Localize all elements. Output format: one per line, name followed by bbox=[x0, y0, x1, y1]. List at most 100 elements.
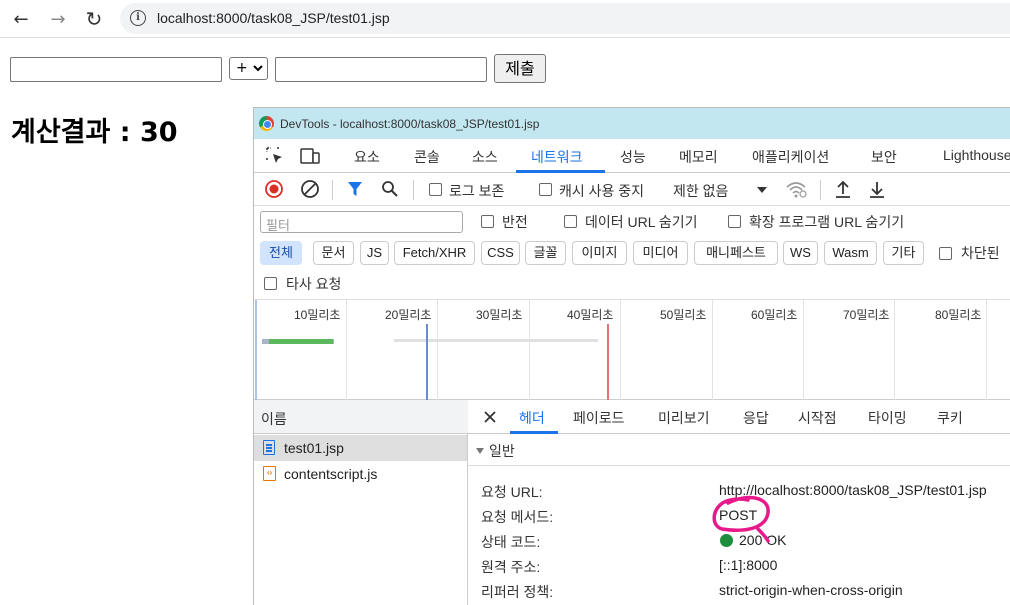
device-toolbar-icon[interactable] bbox=[299, 146, 321, 166]
import-har-icon[interactable] bbox=[834, 179, 852, 199]
tab-sources[interactable]: 소스 bbox=[472, 147, 498, 167]
hide-data-urls-checkbox[interactable] bbox=[564, 215, 577, 228]
script-icon: ‹› bbox=[263, 466, 276, 481]
tab-payload[interactable]: 페이로드 bbox=[573, 408, 625, 428]
type-filter-img[interactable]: 이미지 bbox=[572, 241, 627, 265]
hide-extension-urls-checkbox[interactable] bbox=[728, 215, 741, 228]
tick-label: 30밀리초 bbox=[476, 308, 523, 322]
dropdown-triangle-icon[interactable] bbox=[756, 185, 768, 195]
domcontentloaded-marker bbox=[426, 324, 428, 400]
general-section-header[interactable]: 일반 bbox=[468, 434, 1010, 466]
type-filter-fetch-xhr[interactable]: Fetch/XHR bbox=[394, 241, 475, 265]
tab-initiator[interactable]: 시작점 bbox=[798, 408, 837, 428]
tick-label: 20밀리초 bbox=[385, 308, 432, 322]
invert-checkbox[interactable] bbox=[481, 215, 494, 228]
preserve-log-checkbox[interactable] bbox=[429, 183, 442, 196]
third-party-row: 타사 요청 bbox=[254, 270, 1010, 300]
filter-funnel-icon[interactable] bbox=[346, 180, 364, 198]
tab-application[interactable]: 애플리케이션 bbox=[752, 147, 829, 167]
back-arrow-icon[interactable]: ← bbox=[8, 6, 34, 32]
tab-cookies[interactable]: 쿠키 bbox=[937, 408, 963, 428]
record-stop-icon[interactable] bbox=[264, 179, 284, 199]
name-column-header[interactable]: 이름 bbox=[254, 400, 468, 434]
tab-lighthouse[interactable]: Lighthouse bbox=[943, 147, 1010, 163]
timeline-left-handle[interactable] bbox=[255, 300, 257, 400]
tab-headers[interactable]: 헤더 bbox=[519, 408, 545, 428]
tab-preview[interactable]: 미리보기 bbox=[658, 408, 710, 428]
tick-label: 70밀리초 bbox=[843, 308, 890, 322]
second-number-input[interactable] bbox=[275, 57, 487, 82]
first-number-input[interactable] bbox=[10, 57, 222, 82]
third-party-checkbox[interactable] bbox=[264, 277, 277, 290]
document-icon bbox=[263, 440, 275, 455]
submit-button[interactable]: 제출 bbox=[494, 54, 546, 83]
devtools-title: DevTools - localhost:8000/task08_JSP/tes… bbox=[280, 117, 540, 131]
network-conditions-icon[interactable] bbox=[784, 179, 808, 199]
request-bar-download bbox=[269, 339, 333, 344]
tick-label: 80밀리초 bbox=[935, 308, 982, 322]
clear-icon[interactable] bbox=[300, 179, 320, 199]
tab-timing[interactable]: 타이밍 bbox=[868, 408, 907, 428]
request-url-key: 요청 URL: bbox=[481, 484, 543, 500]
filter-input[interactable]: 필터 bbox=[260, 211, 463, 233]
request-name: test01.jsp bbox=[284, 440, 344, 456]
triangle-down-icon bbox=[476, 448, 484, 454]
hide-data-urls-label: 데이터 URL 숨기기 bbox=[585, 214, 698, 230]
chrome-logo-icon bbox=[259, 116, 274, 131]
type-filter-manifest[interactable]: 매니페스트 bbox=[694, 241, 778, 265]
type-filter-css[interactable]: CSS bbox=[481, 241, 520, 265]
tick-label: 60밀리초 bbox=[751, 308, 798, 322]
search-icon[interactable] bbox=[381, 180, 399, 198]
network-overview-timeline[interactable]: 10밀리초 20밀리초 30밀리초 40밀리초 50밀리초 60밀리초 70밀리… bbox=[254, 300, 1010, 400]
tab-console[interactable]: 콘솔 bbox=[414, 147, 440, 167]
type-filter-doc[interactable]: 문서 bbox=[313, 241, 354, 265]
tab-network[interactable]: 네트워크 bbox=[531, 147, 583, 167]
type-filter-other[interactable]: 기타 bbox=[883, 241, 924, 265]
devtools-titlebar[interactable]: DevTools - localhost:8000/task08_JSP/tes… bbox=[254, 108, 1010, 139]
tab-elements[interactable]: 요소 bbox=[354, 147, 380, 167]
close-icon[interactable] bbox=[483, 410, 497, 424]
general-section-label: 일반 bbox=[489, 443, 515, 459]
type-filter-font[interactable]: 글꼴 bbox=[525, 241, 566, 265]
blocked-requests-checkbox[interactable] bbox=[939, 247, 952, 260]
blocked-requests-label: 차단된 bbox=[961, 245, 1000, 261]
type-filter-js[interactable]: JS bbox=[360, 241, 389, 265]
tab-response[interactable]: 응답 bbox=[743, 408, 769, 428]
tab-memory[interactable]: 메모리 bbox=[679, 147, 718, 167]
address-bar[interactable]: i localhost:8000/task08_JSP/test01.jsp bbox=[120, 3, 1010, 34]
tab-performance[interactable]: 성능 bbox=[620, 147, 646, 167]
request-row-test01[interactable]: test01.jsp bbox=[254, 435, 467, 461]
throttling-select[interactable]: 제한 없음 bbox=[673, 181, 728, 201]
highlight-circle-annotation bbox=[712, 495, 770, 543]
load-event-marker bbox=[607, 324, 609, 400]
address-url: localhost:8000/task08_JSP/test01.jsp bbox=[157, 10, 390, 26]
browser-toolbar: ← → ↻ i localhost:8000/task08_JSP/test01… bbox=[0, 0, 1010, 38]
preserve-log-label: 로그 보존 bbox=[449, 183, 505, 199]
devtools-window: DevTools - localhost:8000/task08_JSP/tes… bbox=[253, 107, 1010, 605]
inspect-element-icon[interactable] bbox=[265, 146, 285, 166]
tick-label: 40밀리초 bbox=[567, 308, 614, 322]
devtools-tabbar: 요소 콘솔 소스 네트워크 성능 메모리 애플리케이션 보안 Lighthous… bbox=[254, 139, 1010, 173]
tab-security[interactable]: 보안 bbox=[871, 147, 897, 167]
site-info-icon[interactable]: i bbox=[130, 10, 146, 26]
tick-label: 10밀리초 bbox=[294, 308, 341, 322]
reload-icon[interactable]: ↻ bbox=[81, 6, 107, 32]
type-filter-ws[interactable]: WS bbox=[783, 241, 818, 265]
request-row-contentscript[interactable]: ‹› contentscript.js bbox=[254, 461, 467, 487]
invert-label: 반전 bbox=[502, 214, 528, 230]
forward-arrow-icon[interactable]: → bbox=[45, 6, 71, 32]
request-bar-extension bbox=[394, 339, 598, 342]
export-har-icon[interactable] bbox=[868, 179, 886, 199]
request-list: 이름 test01.jsp ‹› contentscript.js bbox=[254, 400, 468, 605]
request-detail-panel: 헤더 페이로드 미리보기 응답 시작점 타이밍 쿠키 일반 요청 URL: ht… bbox=[468, 400, 1010, 605]
type-filter-all[interactable]: 전체 bbox=[260, 241, 302, 265]
type-filter-wasm[interactable]: Wasm bbox=[824, 241, 877, 265]
type-filter-media[interactable]: 미디어 bbox=[633, 241, 688, 265]
third-party-label: 타사 요청 bbox=[286, 276, 342, 292]
remote-address-key: 원격 주소: bbox=[481, 559, 541, 575]
hide-extension-urls-label: 확장 프로그램 URL 숨기기 bbox=[749, 214, 905, 230]
operator-select[interactable]: + bbox=[229, 57, 268, 80]
detail-tabbar: 헤더 페이로드 미리보기 응답 시작점 타이밍 쿠키 bbox=[468, 400, 1010, 434]
disable-cache-checkbox[interactable] bbox=[539, 183, 552, 196]
tick-label: 50밀리초 bbox=[660, 308, 707, 322]
